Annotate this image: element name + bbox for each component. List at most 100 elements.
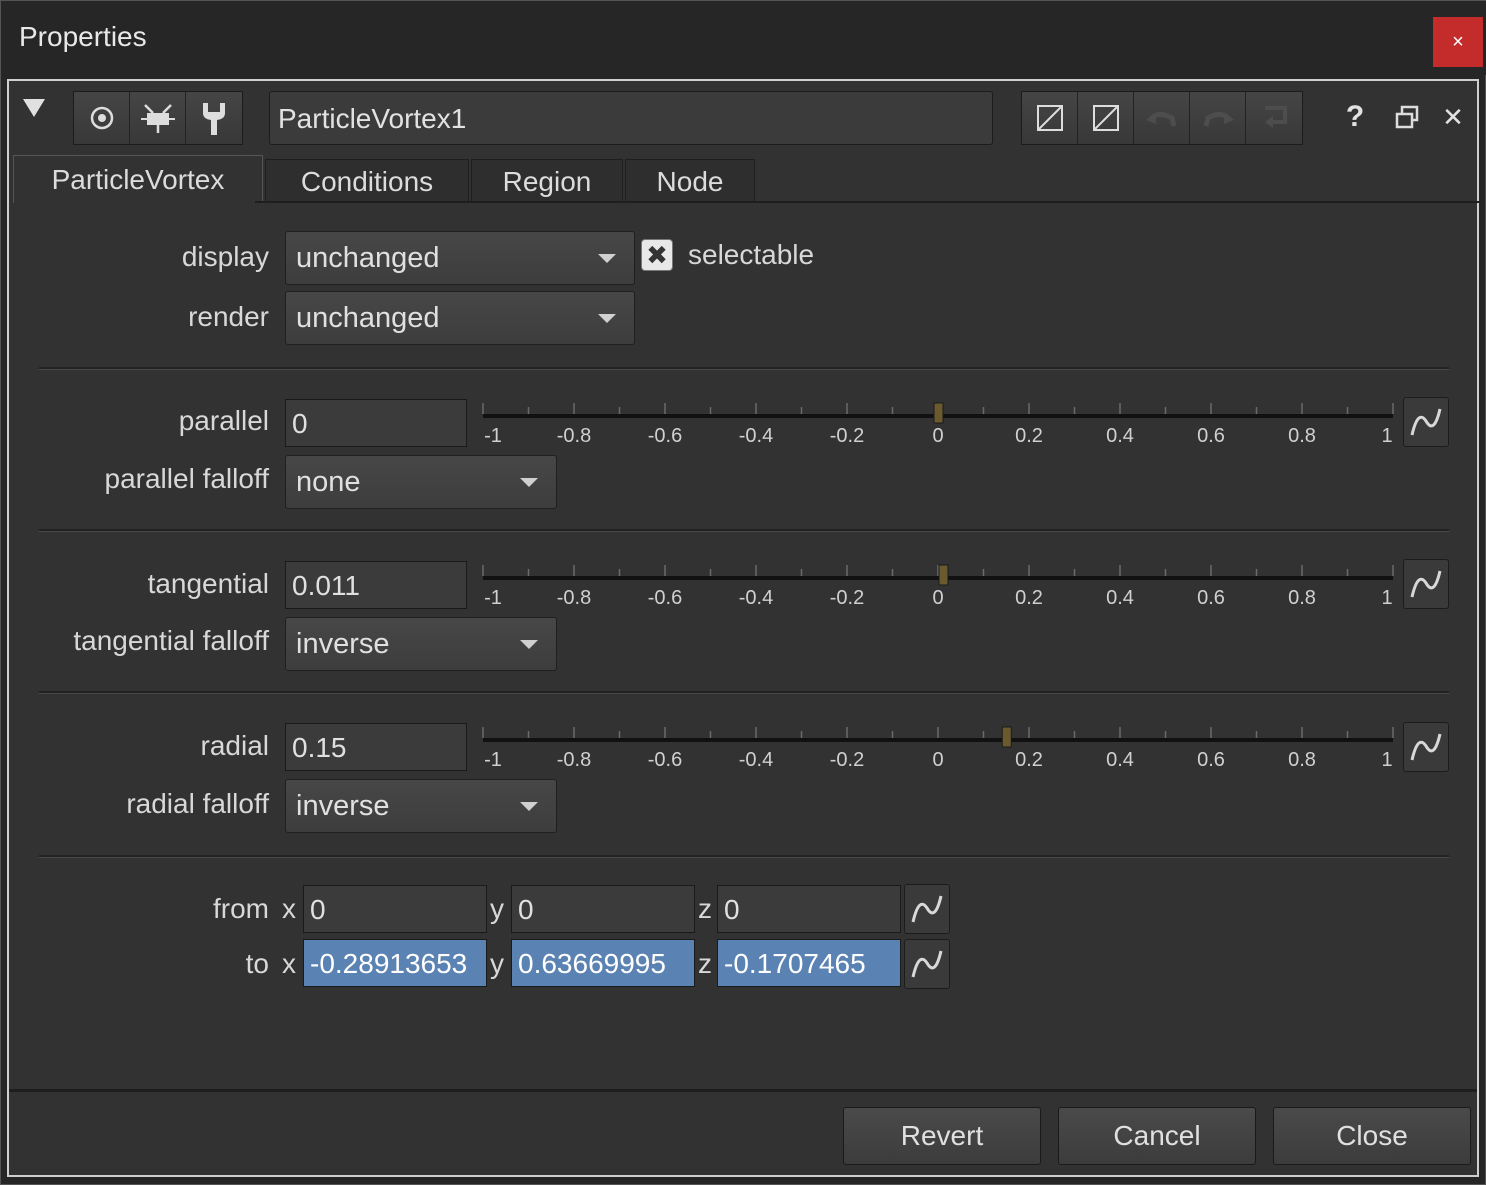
help-icon[interactable]: ? bbox=[1335, 97, 1375, 137]
display-dropdown[interactable]: unchanged bbox=[285, 231, 635, 285]
radial-slider[interactable]: -1 -0.8 -0.6 -0.4 -0.2 0 0.2 0.4 0.6 0.8 1 bbox=[475, 723, 1399, 773]
color-swatch-icon bbox=[1092, 105, 1119, 131]
slider-tick-label: -0.4 bbox=[738, 749, 774, 771]
node-name-input[interactable]: ParticleVortex1 bbox=[269, 91, 993, 145]
slider-tick-label: -0.2 bbox=[829, 749, 865, 771]
close-panel-icon[interactable]: ✕ bbox=[1433, 97, 1473, 137]
cancel-button[interactable]: Cancel bbox=[1058, 1107, 1256, 1165]
section-divider bbox=[39, 855, 1449, 858]
to-z-input[interactable]: -0.1707465 bbox=[717, 939, 901, 987]
slider-rail bbox=[483, 576, 1393, 580]
slider-tick-label: -0.6 bbox=[647, 587, 683, 609]
tangential-falloff-dropdown[interactable]: inverse bbox=[285, 617, 557, 671]
node-tool-group bbox=[73, 91, 243, 145]
slider-tick-label: 0.6 bbox=[1197, 749, 1225, 771]
selectable-label: selectable bbox=[688, 239, 815, 270]
from-z-input[interactable]: 0 bbox=[717, 885, 901, 933]
window-close-button[interactable]: × bbox=[1433, 17, 1483, 67]
radial-falloff-dropdown[interactable]: inverse bbox=[285, 779, 557, 833]
title-bar[interactable]: Properties × bbox=[1, 1, 1486, 75]
slider-tick-label: 0.2 bbox=[1015, 749, 1043, 771]
tab-region[interactable]: Region bbox=[471, 159, 623, 203]
revert-knobs-button[interactable] bbox=[1246, 92, 1302, 144]
section-divider bbox=[39, 691, 1449, 694]
node-icon bbox=[140, 104, 175, 133]
close-button[interactable]: Close bbox=[1273, 1107, 1471, 1165]
chevron-down-icon bbox=[598, 314, 616, 323]
animation-curve-icon bbox=[1410, 733, 1442, 761]
slider-tick-label: 0.8 bbox=[1288, 749, 1316, 771]
tangential-falloff-label: tangential falloff bbox=[73, 625, 269, 656]
footer-divider bbox=[9, 1089, 1477, 1092]
slider-handle bbox=[933, 402, 944, 424]
slider-tick-label: -0.6 bbox=[647, 749, 683, 771]
tangential-falloff-value: inverse bbox=[296, 628, 390, 660]
animation-curve-icon bbox=[1410, 408, 1442, 436]
from-animation-button[interactable] bbox=[904, 884, 950, 934]
to-y-label: y bbox=[490, 948, 504, 979]
parallel-input[interactable]: 0 bbox=[285, 399, 467, 447]
radial-input[interactable]: 0.15 bbox=[285, 723, 467, 771]
chevron-down-icon bbox=[520, 640, 538, 649]
tab-node[interactable]: Node bbox=[625, 159, 755, 203]
node-settings-button[interactable] bbox=[186, 92, 242, 144]
slider-handle bbox=[1001, 726, 1012, 748]
slider-tick-label: 0.4 bbox=[1106, 749, 1134, 771]
properties-window: Properties × ParticleVortex1 ? ✕ Particl… bbox=[0, 0, 1486, 1185]
window-title: Properties bbox=[19, 21, 147, 52]
slider-tick-label: -1 bbox=[484, 587, 502, 609]
slider-tick-label: 0 bbox=[932, 749, 944, 771]
slider-handle bbox=[938, 564, 949, 586]
parallel-label: parallel bbox=[178, 405, 269, 436]
tangential-input[interactable]: 0.011 bbox=[285, 561, 467, 609]
slider-tick-label: -0.8 bbox=[556, 425, 592, 447]
parallel-falloff-value: none bbox=[296, 466, 361, 498]
properties-panel: ParticleVortex1 ? ✕ ParticleVortex Condi… bbox=[7, 79, 1479, 1177]
render-label: render bbox=[188, 301, 269, 332]
to-x-label: x bbox=[282, 948, 296, 979]
chevron-down-icon bbox=[598, 254, 616, 263]
color-2-button[interactable] bbox=[1078, 92, 1134, 144]
collapse-toggle-icon[interactable] bbox=[23, 99, 45, 117]
to-animation-button[interactable] bbox=[904, 939, 950, 989]
display-value: unchanged bbox=[296, 242, 440, 274]
slider-rail bbox=[483, 738, 1393, 742]
slider-tick-label: 0.2 bbox=[1015, 425, 1043, 447]
parallel-falloff-label: parallel falloff bbox=[104, 463, 269, 494]
target-icon bbox=[90, 106, 113, 130]
color-1-button[interactable] bbox=[1022, 92, 1078, 144]
undo-button[interactable] bbox=[1134, 92, 1190, 144]
node-input-button[interactable] bbox=[130, 92, 186, 144]
to-x-input[interactable]: -0.28913653 bbox=[303, 939, 487, 987]
slider-tick-label: 0.6 bbox=[1197, 587, 1225, 609]
float-panel-icon[interactable] bbox=[1387, 97, 1427, 137]
parallel-animation-button[interactable] bbox=[1403, 397, 1449, 447]
tab-particlevortex[interactable]: ParticleVortex bbox=[13, 155, 263, 203]
slider-tick-label: -1 bbox=[484, 749, 502, 771]
redo-button[interactable] bbox=[1190, 92, 1246, 144]
slider-tick-label: 0 bbox=[932, 587, 944, 609]
animation-curve-icon bbox=[1410, 570, 1442, 598]
to-y-input[interactable]: 0.63669995 bbox=[511, 939, 695, 987]
parallel-falloff-dropdown[interactable]: none bbox=[285, 455, 557, 509]
center-node-button[interactable] bbox=[74, 92, 130, 144]
radial-label: radial bbox=[200, 730, 269, 761]
redo-icon bbox=[1203, 112, 1234, 127]
tab-conditions[interactable]: Conditions bbox=[265, 159, 469, 203]
from-y-input[interactable]: 0 bbox=[511, 885, 695, 933]
tangential-animation-button[interactable] bbox=[1403, 559, 1449, 609]
from-z-label: z bbox=[698, 893, 712, 924]
radial-animation-button[interactable] bbox=[1403, 722, 1449, 772]
slider-tick-label: -0.4 bbox=[738, 587, 774, 609]
slider-tick-label: 0.8 bbox=[1288, 425, 1316, 447]
selectable-checkbox[interactable]: ✖ bbox=[641, 239, 673, 271]
radial-falloff-label: radial falloff bbox=[126, 788, 269, 819]
from-x-input[interactable]: 0 bbox=[303, 885, 487, 933]
parallel-slider[interactable]: -1 -0.8 -0.6 -0.4 -0.2 0 0.2 0.4 0.6 0.8 1 bbox=[475, 399, 1399, 449]
render-dropdown[interactable]: unchanged bbox=[285, 291, 635, 345]
tangential-slider[interactable]: -1 -0.8 -0.6 -0.4 -0.2 0 0.2 0.4 0.6 0.8 1 bbox=[475, 561, 1399, 611]
slider-tick-label: -1 bbox=[484, 425, 502, 447]
slider-tick-label: -0.8 bbox=[556, 749, 592, 771]
revert-button[interactable]: Revert bbox=[843, 1107, 1041, 1165]
animation-curve-icon bbox=[911, 950, 943, 978]
